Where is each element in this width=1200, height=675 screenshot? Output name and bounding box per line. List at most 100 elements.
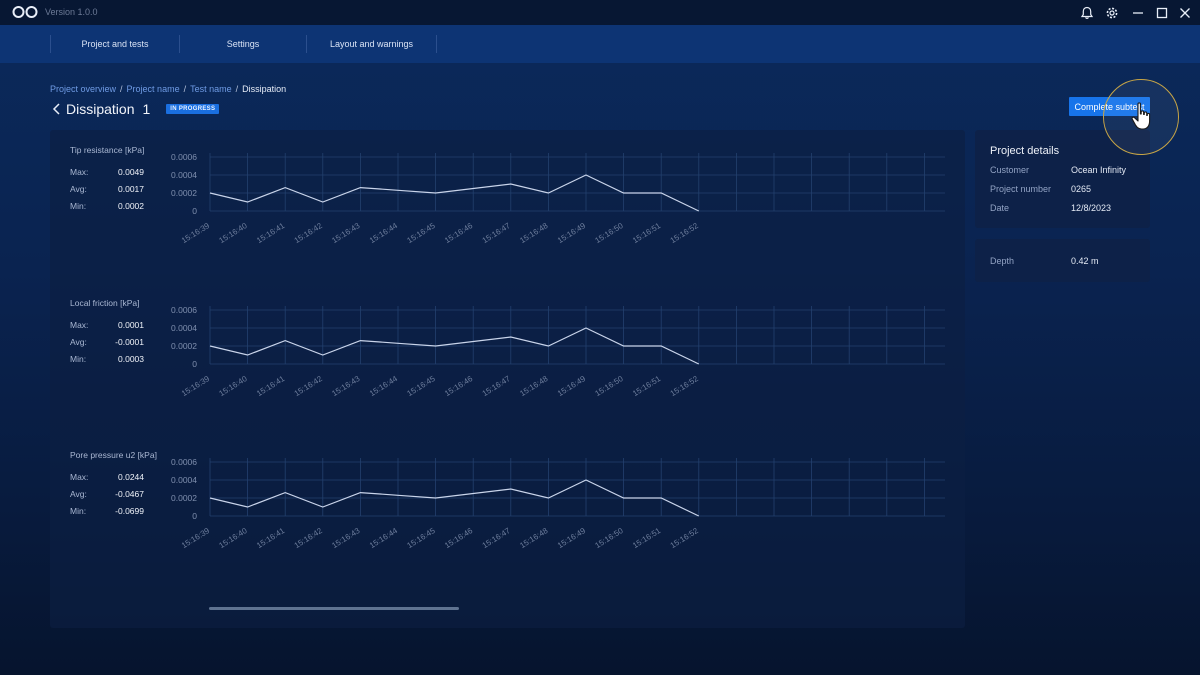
- x-tick-label: 15:16:52: [669, 221, 701, 245]
- nav-divider: [436, 35, 437, 53]
- infinity-logo-icon: [12, 6, 38, 18]
- x-tick-label: 15:16:48: [518, 221, 550, 245]
- x-tick-label: 15:16:47: [481, 221, 513, 245]
- x-tick-label: 15:16:42: [293, 374, 325, 398]
- customer-value: Ocean Infinity: [1071, 165, 1127, 175]
- settings-button[interactable]: [1103, 4, 1121, 22]
- x-tick-label: 15:16:43: [330, 526, 362, 550]
- depth-label: Depth: [990, 256, 1015, 266]
- y-tick-label: 0.0006: [171, 152, 197, 162]
- charts-panel: Tip resistance [kPa] Max: 0.0049 Avg: 0.0017…: [50, 130, 965, 628]
- line-chart: 0.00060.00040.0002015:16:39 15:16:40 15:16…: [171, 152, 945, 245]
- x-tick-label: 15:16:49: [556, 374, 588, 398]
- x-tick-label: 15:16:39: [180, 221, 212, 245]
- y-tick-label: 0.0002: [171, 341, 197, 351]
- x-tick-label: 15:16:41: [255, 526, 287, 550]
- app-version: Version 1.0.0: [45, 7, 98, 17]
- local-friction-chart: Local friction [kPa] Max: 0.0001 Avg: -0.000…: [50, 298, 965, 448]
- maximize-icon: [1156, 7, 1168, 19]
- line-chart: 0.00060.00040.0002015:16:39 15:16:40 15:16…: [171, 305, 945, 398]
- x-tick-label: 15:16:45: [405, 374, 437, 398]
- bell-icon: [1080, 6, 1094, 19]
- x-tick-label: 15:16:43: [330, 374, 362, 398]
- page-title-number: 1: [142, 101, 151, 117]
- x-tick-label: 15:16:44: [368, 526, 400, 550]
- hand-cursor-icon: [1131, 102, 1151, 130]
- x-tick-label: 15:16:46: [443, 526, 475, 550]
- pore-pressure-chart: Pore pressure u2 [kPa] Max: 0.0244 Avg: -0.0…: [50, 450, 965, 600]
- y-tick-label: 0.0004: [171, 323, 197, 333]
- y-tick-label: 0.0004: [171, 170, 197, 180]
- y-tick-label: 0.0006: [171, 305, 197, 315]
- breadcrumb-current: Dissipation: [242, 84, 287, 94]
- notifications-button[interactable]: [1078, 4, 1096, 22]
- breadcrumb-separator: /: [235, 84, 239, 94]
- nav-item-layout-and-warnings[interactable]: Layout and warnings: [307, 35, 436, 53]
- maximize-button[interactable]: [1153, 4, 1171, 22]
- x-tick-label: 15:16:50: [593, 374, 625, 398]
- close-button[interactable]: [1176, 4, 1194, 22]
- breadcrumb: Project overview / Project name / Test n…: [50, 84, 286, 94]
- project-number-label: Project number: [990, 184, 1052, 194]
- x-tick-label: 15:16:49: [556, 526, 588, 550]
- x-tick-label: 15:16:45: [405, 221, 437, 245]
- page-header: Dissipation 1 IN PROGRESS: [52, 101, 220, 117]
- breadcrumb-project-overview[interactable]: Project overview: [50, 84, 116, 94]
- project-number-value: 0265: [1071, 184, 1092, 194]
- main-nav: Project and tests Settings Layout and wa…: [0, 25, 1200, 63]
- customer-label: Customer: [990, 165, 1030, 175]
- x-tick-label: 15:16:46: [443, 374, 475, 398]
- x-tick-label: 15:16:49: [556, 221, 588, 245]
- x-tick-label: 15:16:44: [368, 374, 400, 398]
- x-tick-label: 15:16:50: [593, 526, 625, 550]
- x-tick-label: 15:16:40: [217, 526, 249, 550]
- x-tick-label: 15:16:41: [255, 374, 287, 398]
- x-tick-label: 15:16:52: [669, 374, 701, 398]
- horizontal-scrollbar[interactable]: [209, 607, 459, 610]
- x-tick-label: 15:16:45: [405, 526, 437, 550]
- x-tick-label: 15:16:44: [368, 221, 400, 245]
- breadcrumb-test-name[interactable]: Test name: [190, 84, 232, 94]
- y-tick-label: 0.0004: [171, 475, 197, 485]
- x-tick-label: 15:16:41: [255, 221, 287, 245]
- nav-item-project-and-tests[interactable]: Project and tests: [51, 35, 179, 53]
- x-tick-label: 15:16:47: [481, 374, 513, 398]
- date-value: 12/8/2023: [1071, 203, 1112, 213]
- y-tick-label: 0: [192, 511, 197, 521]
- x-tick-label: 15:16:39: [180, 526, 212, 550]
- minimize-button[interactable]: [1129, 4, 1147, 22]
- chevron-left-icon[interactable]: [52, 102, 62, 116]
- y-tick-label: 0.0002: [171, 188, 197, 198]
- x-tick-label: 15:16:43: [330, 221, 362, 245]
- project-details-title: Project details: [990, 145, 1060, 157]
- gear-icon: [1106, 7, 1118, 19]
- status-badge: IN PROGRESS: [166, 104, 220, 114]
- line-chart: 0.00060.00040.0002015:16:39 15:16:40 15:16…: [171, 457, 945, 550]
- title-bar: Version 1.0.0: [0, 0, 1200, 25]
- x-tick-label: 15:16:39: [180, 374, 212, 398]
- breadcrumb-project-name[interactable]: Project name: [127, 84, 180, 94]
- x-tick-label: 15:16:51: [631, 374, 663, 398]
- tip-resistance-chart: Tip resistance [kPa] Max: 0.0049 Avg: 0.0017…: [50, 145, 965, 295]
- date-label: Date: [990, 203, 1010, 213]
- minimize-icon: [1133, 12, 1143, 14]
- x-tick-label: 15:16:40: [217, 221, 249, 245]
- breadcrumb-separator: /: [183, 84, 187, 94]
- x-tick-label: 15:16:47: [481, 526, 513, 550]
- x-tick-label: 15:16:48: [518, 374, 550, 398]
- y-tick-label: 0: [192, 206, 197, 216]
- page-title: Dissipation: [66, 101, 135, 117]
- close-icon: [1180, 8, 1190, 18]
- y-tick-label: 0: [192, 359, 197, 369]
- y-tick-label: 0.0002: [171, 493, 197, 503]
- y-tick-label: 0.0006: [171, 457, 197, 467]
- x-tick-label: 15:16:42: [293, 221, 325, 245]
- depth-panel: Depth 0.42 m: [975, 239, 1150, 282]
- x-tick-label: 15:16:42: [293, 526, 325, 550]
- x-tick-label: 15:16:46: [443, 221, 475, 245]
- x-tick-label: 15:16:50: [593, 221, 625, 245]
- x-tick-label: 15:16:51: [631, 526, 663, 550]
- x-tick-label: 15:16:40: [217, 374, 249, 398]
- x-tick-label: 15:16:48: [518, 526, 550, 550]
- nav-item-settings[interactable]: Settings: [180, 35, 306, 53]
